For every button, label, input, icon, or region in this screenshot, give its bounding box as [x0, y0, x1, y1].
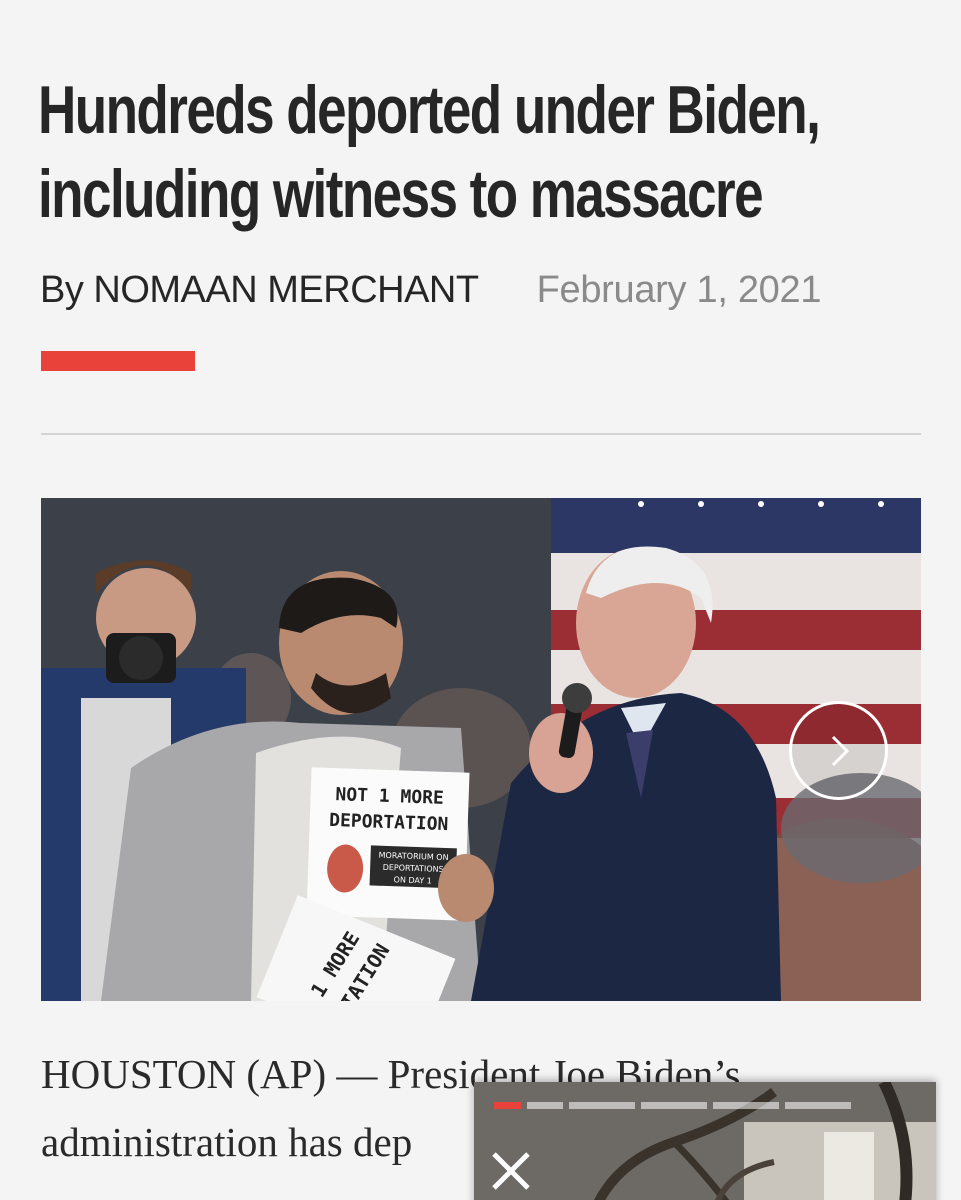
chevron-right-icon: [831, 735, 849, 766]
video-progress-bar: [494, 1102, 851, 1109]
sign-text-1: NOT 1 MORE: [335, 784, 444, 809]
next-photo-button[interactable]: [789, 701, 888, 800]
progress-segment: [641, 1102, 707, 1109]
byline-row: By NOMAAN MERCHANT February 1, 2021: [40, 266, 821, 314]
article-photo[interactable]: NOT 1 MORE DEPORTATION MORATORIUM ON DEP…: [41, 498, 921, 1001]
progress-segment: [713, 1102, 779, 1109]
accent-bar: [41, 351, 195, 371]
article-headline: Hundreds deported under Biden, including…: [38, 68, 821, 236]
headline-line-1: Hundreds deported under Biden,: [38, 72, 821, 148]
progress-segment: [527, 1102, 563, 1109]
progress-segment: [785, 1102, 851, 1109]
publish-date: February 1, 2021: [536, 268, 822, 311]
sign-small-3: ON DAY 1: [393, 875, 432, 885]
video-player-overlay[interactable]: [474, 1082, 936, 1200]
headline-line-2: including witness to massacre: [38, 156, 764, 232]
progress-segment: [569, 1102, 635, 1109]
author-byline[interactable]: By NOMAAN MERCHANT: [40, 269, 479, 312]
video-thumbnail: [474, 1082, 936, 1200]
progress-segment: [494, 1102, 521, 1109]
divider: [41, 433, 921, 435]
sign-text-2: DEPORTATION: [329, 810, 449, 835]
close-icon[interactable]: [488, 1148, 534, 1194]
